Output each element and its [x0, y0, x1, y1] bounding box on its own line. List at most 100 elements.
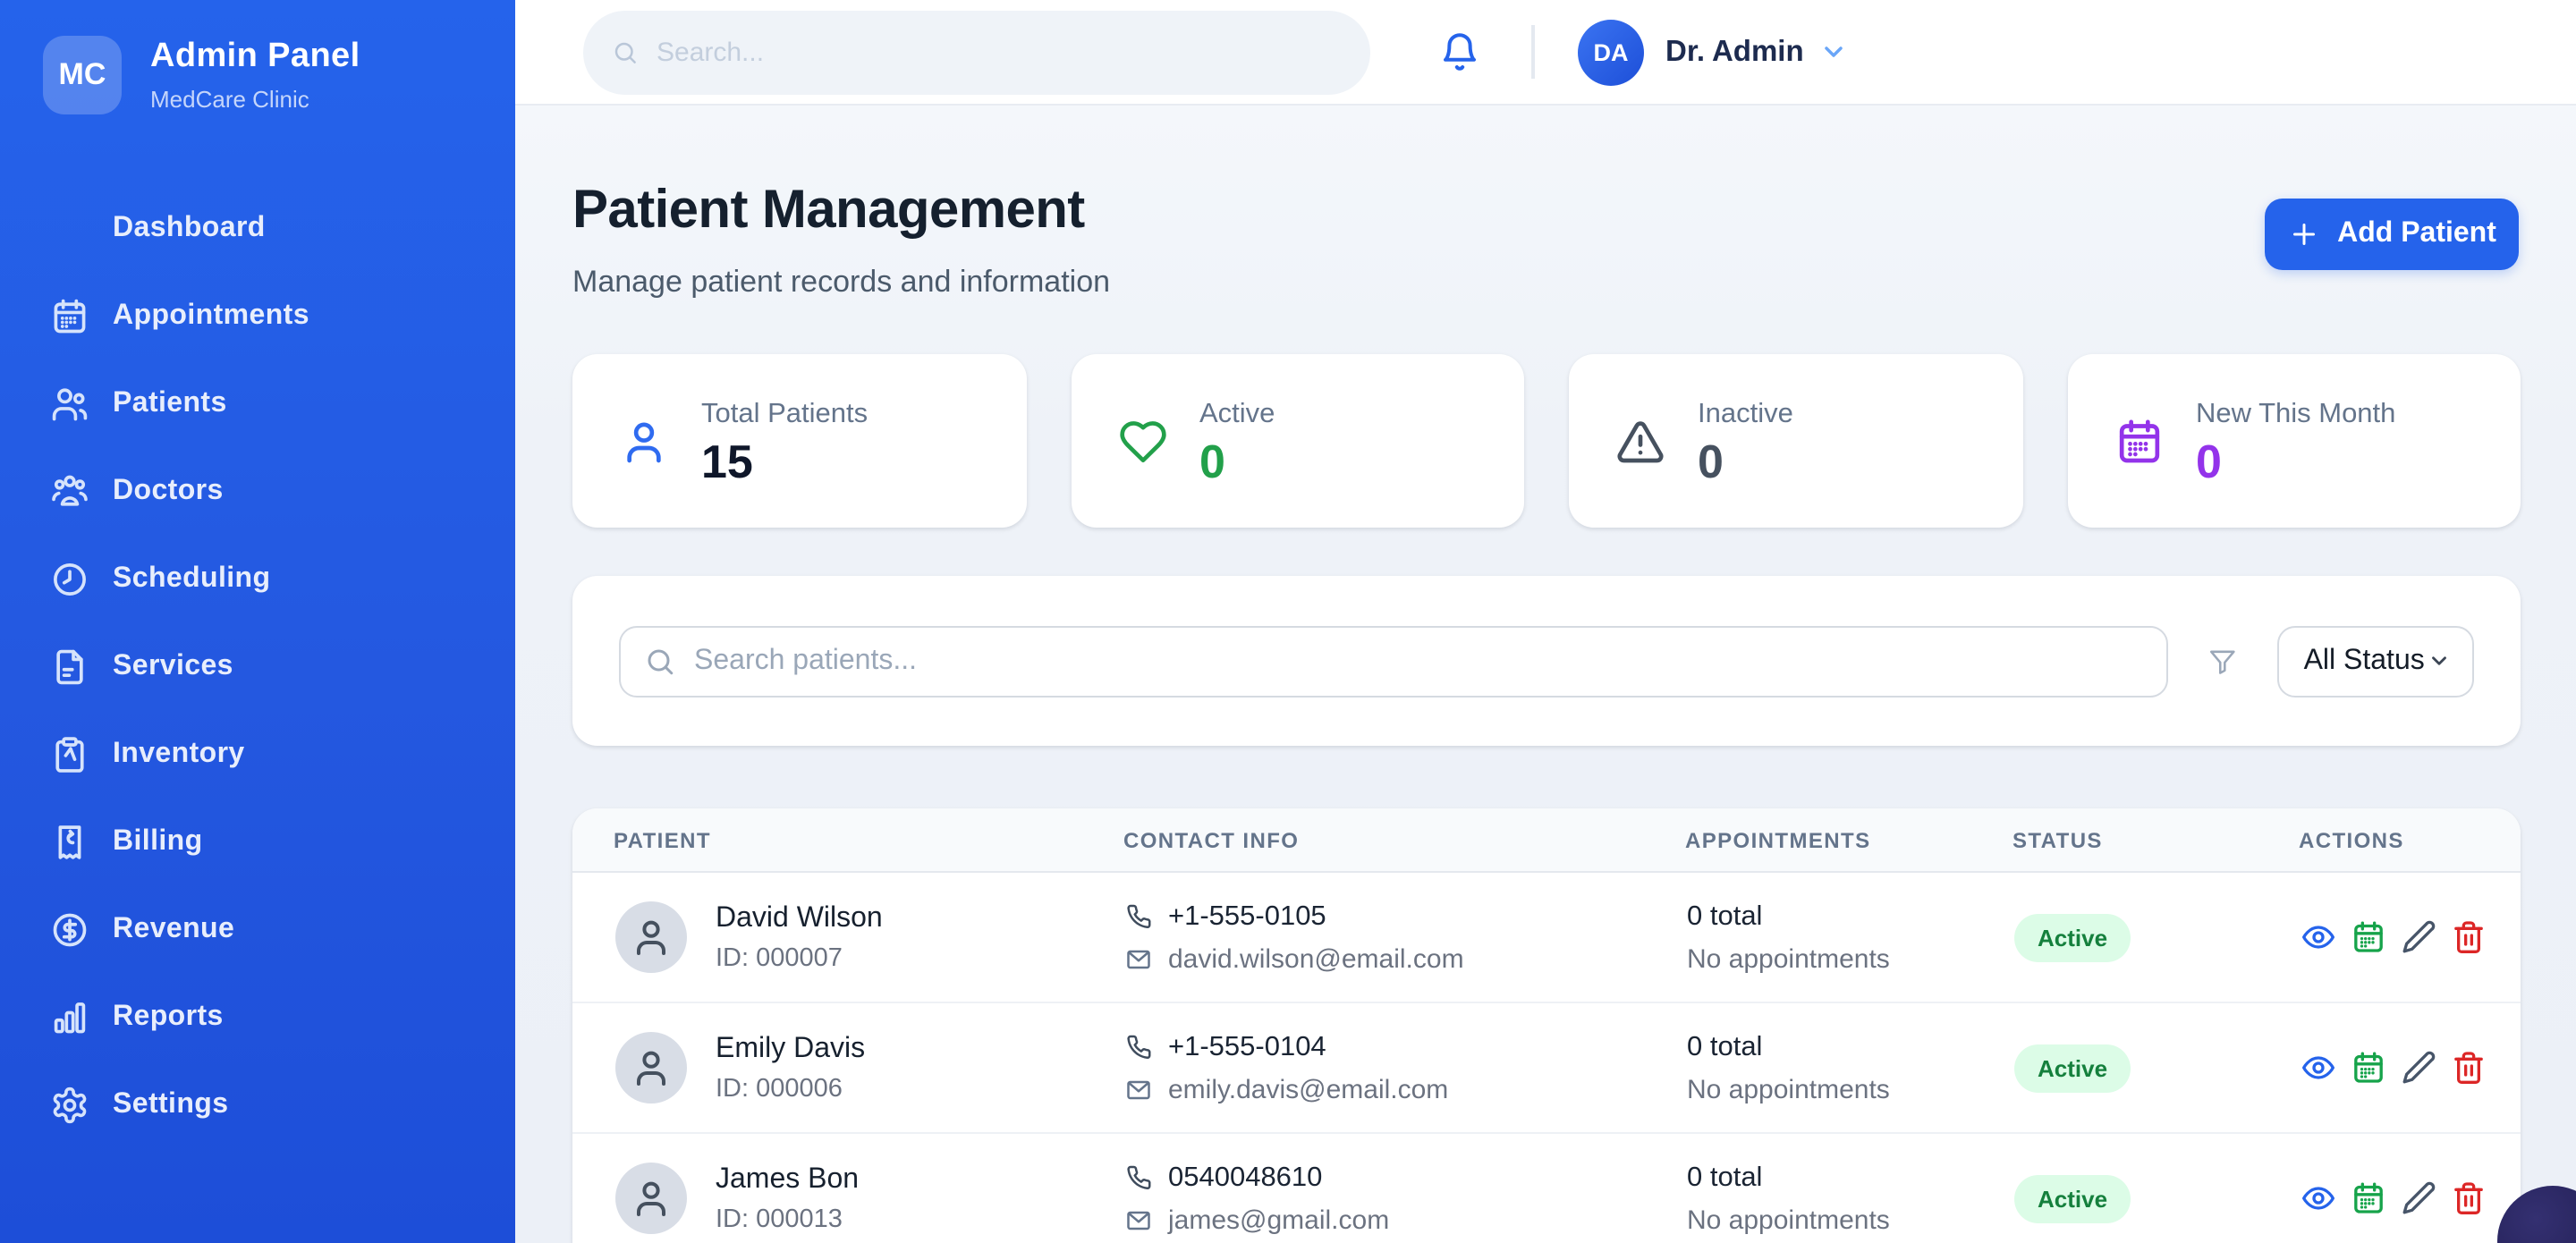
topbar: DA Dr. Admin: [515, 0, 2576, 106]
sidebar-menu: Dashboard Appointments Patients Doctors: [0, 190, 515, 1154]
table-row-david-wilson: David Wilson ID: 000007 +1-555-0105 davi…: [572, 873, 2521, 1003]
row-actions: [2301, 1180, 2487, 1216]
eye-icon[interactable]: [2301, 919, 2336, 955]
status-badge: Active: [2014, 1174, 2131, 1222]
column-header-appointments: APPOINTMENTS: [1685, 827, 2012, 852]
sidebar-item-label: Services: [113, 651, 233, 683]
filter-card: All Status: [572, 576, 2521, 746]
sidebar-item-inventory[interactable]: Inventory: [0, 715, 515, 794]
receipt-icon: [50, 823, 89, 862]
table-body: David Wilson ID: 000007 +1-555-0105 davi…: [572, 873, 2521, 1243]
file-text-icon: [50, 647, 89, 687]
appointments-note: No appointments: [1687, 1205, 2014, 1235]
pencil-icon[interactable]: [2401, 1050, 2436, 1086]
sidebar-item-settings[interactable]: Settings: [0, 1066, 515, 1145]
user-icon: [630, 1046, 673, 1089]
icon-placeholder: [50, 209, 89, 249]
trash-icon[interactable]: [2451, 919, 2487, 955]
patient-search: [619, 625, 2168, 697]
global-search: [583, 10, 1370, 94]
patient-search-input[interactable]: [694, 645, 2107, 677]
user-icon: [630, 916, 673, 959]
add-patient-label: Add Patient: [2337, 218, 2496, 250]
dollar-circle-icon: [50, 910, 89, 950]
patient-phone: 0540048610: [1168, 1162, 1322, 1194]
avatar: DA: [1578, 19, 1644, 85]
calendar-icon: [2114, 416, 2164, 466]
stat-label: Active: [1199, 398, 1275, 430]
sidebar-item-scheduling[interactable]: Scheduling: [0, 540, 515, 619]
stat-value: 15: [701, 437, 868, 484]
heart-icon: [1117, 416, 1167, 466]
sidebar-item-billing[interactable]: Billing: [0, 803, 515, 882]
users-icon: [50, 385, 89, 424]
patients-table: PATIENT CONTACT INFO APPOINTMENTS STATUS…: [572, 808, 2521, 1243]
sidebar-item-label: Patients: [113, 388, 227, 420]
sidebar-item-label: Settings: [113, 1089, 228, 1121]
search-icon: [644, 645, 676, 677]
sidebar-item-revenue[interactable]: Revenue: [0, 891, 515, 969]
sidebar-item-label: Reports: [113, 1002, 224, 1034]
pencil-icon[interactable]: [2401, 1180, 2436, 1216]
chevron-down-icon: [1820, 38, 1849, 66]
patient-id: ID: 000006: [716, 1074, 865, 1103]
mail-icon: [1125, 945, 1152, 972]
eye-icon[interactable]: [2301, 1180, 2336, 1216]
stat-label: Total Patients: [701, 398, 868, 430]
column-header-contact-info: CONTACT INFO: [1123, 827, 1685, 852]
sidebar-item-label: Scheduling: [113, 563, 270, 596]
appointments-total: 0 total: [1687, 901, 2014, 933]
appointments-note: No appointments: [1687, 943, 2014, 974]
gear-icon: [50, 1086, 89, 1125]
app-title: Admin Panel: [150, 38, 360, 77]
calendar-icon[interactable]: [2351, 1180, 2386, 1216]
alert-triangle-icon: [1615, 416, 1665, 466]
page-subtitle: Manage patient records and information: [572, 265, 1110, 300]
user-icon: [630, 1177, 673, 1220]
status-filter-select[interactable]: All Status: [2277, 625, 2474, 697]
status-badge: Active: [2014, 913, 2131, 961]
add-patient-button[interactable]: Add Patient: [2265, 199, 2519, 270]
phone-icon: [1125, 903, 1152, 930]
trash-icon[interactable]: [2451, 1180, 2487, 1216]
sidebar-item-services[interactable]: Services: [0, 628, 515, 706]
patient-email: emily.davis@email.com: [1168, 1074, 1448, 1104]
table-row-emily-davis: Emily Davis ID: 000006 +1-555-0104 emily…: [572, 1003, 2521, 1134]
sidebar-item-reports[interactable]: Reports: [0, 978, 515, 1057]
trash-icon[interactable]: [2451, 1050, 2487, 1086]
user-menu[interactable]: DA Dr. Admin: [1578, 19, 1849, 85]
sidebar-item-doctors[interactable]: Doctors: [0, 452, 515, 531]
sidebar-item-label: Doctors: [113, 476, 224, 508]
stat-value: 0: [1199, 437, 1275, 484]
users-group-icon: [50, 472, 89, 512]
calendar-icon[interactable]: [2351, 1050, 2386, 1086]
appointments-note: No appointments: [1687, 1074, 2014, 1104]
sidebar-item-label: Revenue: [113, 914, 234, 946]
sidebar-item-label: Appointments: [113, 300, 309, 333]
sidebar-item-dashboard[interactable]: Dashboard: [0, 190, 515, 268]
sidebar-item-appointments[interactable]: Appointments: [0, 277, 515, 356]
table-header: PATIENT CONTACT INFO APPOINTMENTS STATUS…: [572, 808, 2521, 873]
appointments-total: 0 total: [1687, 1031, 2014, 1063]
eye-icon[interactable]: [2301, 1050, 2336, 1086]
sidebar-item-patients[interactable]: Patients: [0, 365, 515, 444]
user-icon: [619, 416, 669, 466]
status-badge: Active: [2014, 1044, 2131, 1092]
stat-value: 0: [2196, 437, 2395, 484]
sidebar-item-label: Inventory: [113, 739, 245, 771]
topbar-divider: [1531, 25, 1535, 79]
patient-id: ID: 000007: [716, 943, 883, 972]
pencil-icon[interactable]: [2401, 919, 2436, 955]
bell-icon[interactable]: [1438, 30, 1481, 73]
status-filter-value: All Status: [2304, 645, 2428, 677]
column-header-actions: ACTIONS: [2299, 827, 2478, 852]
calendar-icon[interactable]: [2351, 919, 2386, 955]
phone-icon: [1125, 1164, 1152, 1191]
clock-icon: [50, 560, 89, 599]
mail-icon: [1125, 1206, 1152, 1233]
patient-avatar: [615, 901, 687, 973]
global-search-input[interactable]: [657, 37, 1318, 67]
stats-row: Total Patients 15 Active 0: [572, 354, 2521, 528]
row-actions: [2301, 1050, 2487, 1086]
table-row-james-bon: James Bon ID: 000013 0540048610 james@gm…: [572, 1134, 2521, 1243]
